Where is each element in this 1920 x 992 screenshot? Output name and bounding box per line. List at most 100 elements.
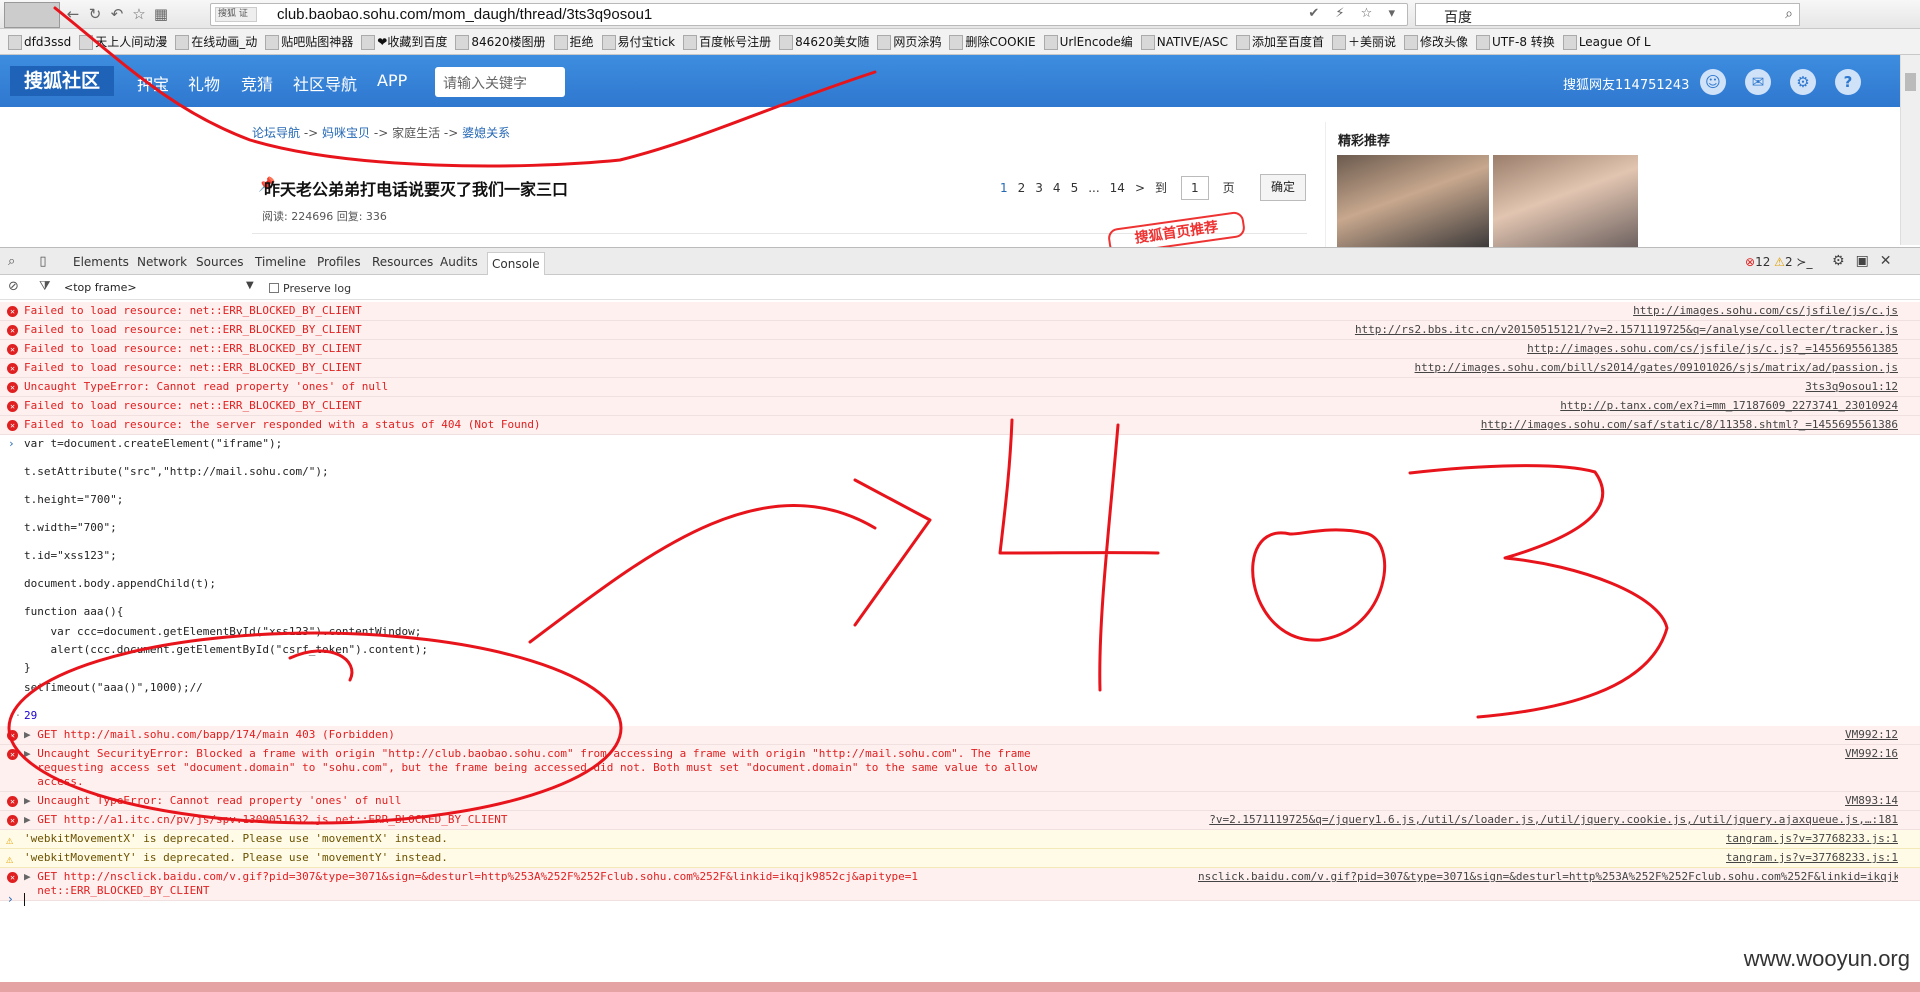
tab-resources[interactable]: Resources [372, 255, 433, 269]
bookmark-item[interactable]: 百度帐号注册 [683, 29, 771, 54]
url-bar[interactable]: 搜狐 证 club.baobao.sohu.com/mom_daugh/thre… [210, 3, 1408, 26]
site-search-input[interactable]: 请输入关键字 [435, 67, 565, 97]
tab-sources[interactable]: Sources [196, 255, 243, 269]
bookmark-item[interactable]: 84620美女随 [779, 29, 869, 54]
back-icon[interactable]: ← [64, 5, 82, 23]
console-drawer-icon[interactable]: ≻_ [1796, 255, 1812, 269]
error-source-link[interactable]: VM992:16 [1845, 747, 1898, 761]
bookmark-item[interactable]: 网页涂鸦 [877, 29, 941, 54]
message-icon[interactable]: ✉ [1745, 69, 1771, 95]
error-source-link[interactable]: http://images.sohu.com/cs/jsfile/js/c.js [1633, 304, 1898, 318]
grid-icon[interactable]: ▦ [152, 5, 170, 23]
error-source-link[interactable]: ?v=2.1571119725&q=/jquery1.6.js,/util/s/… [1209, 813, 1898, 827]
inspect-icon[interactable]: ⌕ ▯ [8, 254, 57, 269]
error-source-link[interactable]: tangram.js?v=37768233.js:1 [1726, 851, 1898, 865]
bookmark-item[interactable]: League Of L [1562, 29, 1651, 54]
error-source-link[interactable]: http://images.sohu.com/saf/static/8/1135… [1481, 418, 1898, 432]
close-icon[interactable]: ✕ [1880, 253, 1903, 269]
bookmark-item[interactable]: 删除COOKIE [949, 29, 1036, 54]
bookmark-item[interactable]: ＋美丽说 [1331, 29, 1396, 54]
error-source-link[interactable]: http://images.sohu.com/bill/s2014/gates/… [1415, 361, 1898, 375]
bookmark-item[interactable]: UrlEncode编 [1043, 29, 1133, 54]
error-source-link[interactable]: VM893:14 [1845, 794, 1898, 808]
user-name[interactable]: 搜狐网友114751243 [1563, 74, 1689, 93]
breadcrumb-mom-baby[interactable]: 妈咪宝贝 [322, 126, 370, 140]
console-prompt[interactable]: › [0, 890, 1920, 910]
bookmark-item[interactable]: NATIVE/ASC [1140, 29, 1228, 54]
dock-icon[interactable]: ▣ [1856, 253, 1880, 269]
console-code-line: document.body.appendChild(t); [0, 575, 1920, 603]
nav-quiz[interactable]: 竞猜 [241, 71, 273, 95]
error-source-link[interactable]: 3ts3q9osou1:12 [1805, 380, 1898, 394]
error-source-link[interactable]: http://p.tanx.com/ex?i=mm_17187609_22737… [1560, 399, 1898, 413]
scroll-thumb[interactable] [1905, 73, 1916, 91]
page-link[interactable]: 1 [1000, 181, 1008, 195]
breadcrumb-family-life[interactable]: 家庭生活 [392, 126, 440, 140]
bookmark-item[interactable]: 贴吧贴图神器 [265, 29, 353, 54]
recommend-image[interactable] [1337, 155, 1489, 247]
reload-icon[interactable]: ↻ [86, 5, 104, 23]
help-icon[interactable]: ? [1835, 69, 1861, 95]
bookmark-item[interactable]: 修改头像 [1404, 29, 1468, 54]
error-source-link[interactable]: http://rs2.bbs.itc.cn/v20150515121/?v=2.… [1355, 323, 1898, 337]
tab-console[interactable]: Console [487, 252, 545, 276]
preserve-log-checkbox[interactable] [269, 283, 279, 293]
error-source-link[interactable]: tangram.js?v=37768233.js:1 [1726, 832, 1898, 846]
expand-triangle-icon[interactable]: ▶ [24, 728, 37, 741]
tab-elements[interactable]: Elements [73, 255, 129, 269]
confirm-button[interactable]: 确定 [1260, 174, 1306, 201]
bookmark-item[interactable]: 84620楼图册 [455, 29, 546, 54]
recommend-image[interactable] [1493, 155, 1638, 247]
tab-network[interactable]: Network [137, 255, 187, 269]
tab-audits[interactable]: Audits [440, 255, 478, 269]
page-link[interactable]: 14 [1110, 181, 1125, 195]
expand-triangle-icon[interactable]: ▶ [24, 747, 37, 760]
bookmark-item[interactable]: 天上人间动漫 [79, 29, 167, 54]
user-avatar-icon[interactable]: ☺ [1700, 69, 1726, 95]
expand-triangle-icon[interactable]: ▶ [24, 870, 37, 883]
url-action-icons[interactable]: ✔ ⚡ ☆ ▾ [1308, 6, 1401, 21]
page-suffix: 页 [1222, 181, 1235, 195]
error-source-link[interactable]: VM992:12 [1845, 728, 1898, 742]
error-source-link[interactable]: nsclick.baidu.com/v.gif?pid=307&type=307… [1198, 870, 1898, 884]
bookmark-item[interactable]: dfd3ssd [8, 29, 71, 54]
tab-profiles[interactable]: Profiles [317, 255, 361, 269]
page-link[interactable]: 5 [1071, 181, 1079, 195]
search-engine-box[interactable]: 百度 ⌕ [1415, 3, 1800, 26]
bookmark-item[interactable]: UTF-8 转换 [1476, 29, 1555, 54]
bookmark-item[interactable]: 在线动画_动 [175, 29, 257, 54]
next-page-icon[interactable]: > [1135, 181, 1145, 195]
expand-triangle-icon[interactable]: ▶ [24, 813, 37, 826]
site-logo[interactable]: 搜狐社区 [10, 66, 114, 96]
browser-avatar[interactable] [4, 2, 60, 28]
breadcrumb-in-laws[interactable]: 婆媳关系 [462, 126, 510, 140]
star-icon[interactable]: ☆ [130, 5, 148, 23]
error-source-link[interactable]: http://images.sohu.com/cs/jsfile/js/c.js… [1527, 342, 1898, 356]
bookmark-item[interactable]: ❤收藏到百度 [361, 29, 447, 54]
clear-console-icon[interactable]: ⊘ ⧩ [8, 279, 59, 294]
nav-community[interactable]: 社区导航 [293, 71, 357, 95]
page-link[interactable]: 2 [1018, 181, 1026, 195]
breadcrumb-forum-nav[interactable]: 论坛导航 [252, 126, 300, 140]
page-number-input[interactable]: 1 [1180, 176, 1209, 200]
error-warning-count[interactable]: ⊗12 ⚠2 ≻_ [1745, 255, 1812, 269]
tab-timeline[interactable]: Timeline [255, 255, 306, 269]
undo-icon[interactable]: ↶ [108, 5, 126, 23]
page-link[interactable]: 4 [1053, 181, 1061, 195]
bookmark-item[interactable]: 添加至百度首 [1235, 29, 1324, 54]
settings-gear-icon[interactable]: ⚙ [1790, 69, 1816, 95]
bookmark-item[interactable]: 拒绝 [553, 29, 594, 54]
nav-bet[interactable]: 押宝 [137, 71, 169, 95]
devtools-controls[interactable]: ⚙▣✕ [1832, 253, 1903, 269]
nav-app[interactable]: APP [377, 71, 407, 90]
search-icon[interactable]: ⌕ [1785, 6, 1793, 22]
expand-triangle-icon[interactable]: ▶ [24, 794, 37, 807]
page-link[interactable]: 3 [1035, 181, 1043, 195]
bookmark-item[interactable]: 易付宝tick [601, 29, 675, 54]
page-scrollbar[interactable] [1900, 55, 1920, 245]
settings-gear-icon[interactable]: ⚙ [1832, 253, 1856, 269]
nav-gift[interactable]: 礼物 [188, 71, 220, 95]
chevron-down-icon[interactable]: ▼ [246, 280, 254, 291]
frame-select[interactable]: <top frame> [64, 281, 137, 294]
url-text[interactable]: club.baobao.sohu.com/mom_daugh/thread/3t… [277, 6, 652, 23]
